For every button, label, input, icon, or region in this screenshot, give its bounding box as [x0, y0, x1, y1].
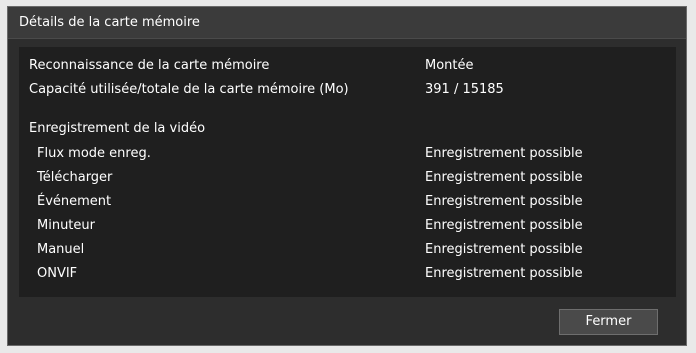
card-capacity-row: Capacité utilisée/totale de la carte mém… — [19, 82, 676, 102]
recording-section-header: Enregistrement de la vidéo — [19, 121, 676, 141]
recording-item-status: Enregistrement possible — [425, 170, 583, 185]
recording-item-label: Flux mode enreg. — [37, 146, 151, 161]
recording-item-status: Enregistrement possible — [425, 218, 583, 233]
recording-row: ONVIF Enregistrement possible — [19, 266, 676, 286]
recording-item-label: Événement — [37, 194, 112, 209]
recording-item-status: Enregistrement possible — [425, 242, 583, 257]
recording-row: Manuel Enregistrement possible — [19, 242, 676, 262]
dialog-titlebar: Détails de la carte mémoire — [8, 7, 686, 39]
recording-item-status: Enregistrement possible — [425, 266, 583, 281]
recording-item-label: Manuel — [37, 242, 85, 257]
recording-item-label: ONVIF — [37, 266, 78, 281]
recording-item-status: Enregistrement possible — [425, 146, 583, 161]
card-recognition-label: Reconnaissance de la carte mémoire — [29, 58, 270, 73]
details-panel: Reconnaissance de la carte mémoire Monté… — [19, 47, 676, 297]
sd-card-details-dialog: Détails de la carte mémoire Reconnaissan… — [7, 6, 687, 346]
card-recognition-row: Reconnaissance de la carte mémoire Monté… — [19, 58, 676, 78]
recording-item-label: Télécharger — [37, 170, 113, 185]
dialog-title: Détails de la carte mémoire — [19, 15, 200, 30]
recording-item-label: Minuteur — [37, 218, 95, 233]
close-button[interactable]: Fermer — [559, 309, 658, 335]
recording-section-title: Enregistrement de la vidéo — [29, 121, 206, 136]
recording-row: Événement Enregistrement possible — [19, 194, 676, 214]
card-capacity-label: Capacité utilisée/totale de la carte mém… — [29, 82, 349, 97]
recording-item-status: Enregistrement possible — [425, 194, 583, 209]
card-capacity-value: 391 / 15185 — [425, 82, 504, 97]
card-recognition-value: Montée — [425, 58, 474, 73]
recording-row: Minuteur Enregistrement possible — [19, 218, 676, 238]
recording-row: Flux mode enreg. Enregistrement possible — [19, 146, 676, 166]
recording-row: Télécharger Enregistrement possible — [19, 170, 676, 190]
